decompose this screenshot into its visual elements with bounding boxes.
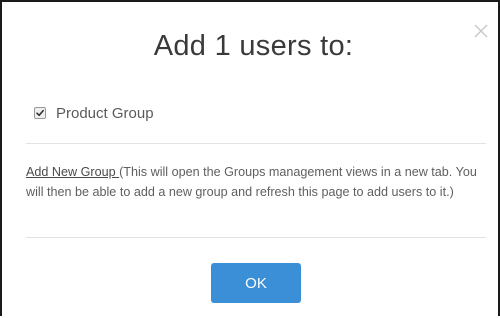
- dialog-title: Add 1 users to:: [153, 30, 354, 62]
- add-group-info: Add New Group (This will open the Groups…: [26, 162, 486, 202]
- group-checkbox[interactable]: [34, 107, 46, 119]
- divider-bottom: [26, 237, 486, 238]
- group-checkbox-label: Product Group: [56, 104, 154, 122]
- checkmark-icon: [36, 109, 44, 117]
- window-frame: Add 1 users to: Product Group Add New Gr…: [0, 0, 500, 318]
- close-icon[interactable]: [471, 21, 491, 41]
- add-users-dialog: Add 1 users to: Product Group Add New Gr…: [11, 11, 496, 318]
- ok-button[interactable]: OK: [211, 263, 301, 303]
- add-new-group-link[interactable]: Add New Group: [26, 165, 119, 179]
- divider-top: [26, 143, 486, 144]
- group-option-product-group[interactable]: Product Group: [34, 102, 154, 124]
